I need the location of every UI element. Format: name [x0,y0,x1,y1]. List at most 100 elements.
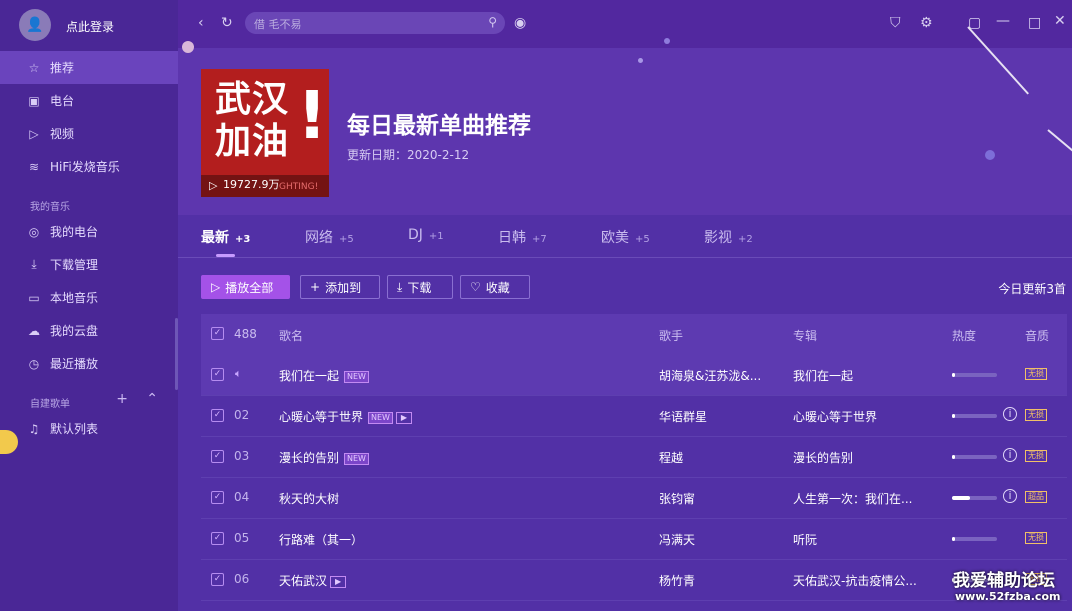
sidebar-item-downloads[interactable]: ⤓ 下载管理 [0,248,178,281]
tab-dj[interactable]: DJ +1 [408,227,444,243]
close-icon[interactable]: ✕ [1054,13,1066,29]
button-label: 播放全部 [225,280,274,295]
song-title[interactable]: 心暖心等于世界 [279,410,363,424]
album-name[interactable]: 人生第一次：我们在... [793,490,912,507]
favorite-button[interactable]: ♡ 收藏 [460,275,530,299]
table-row[interactable]: ✓ 05 行路难（其一） 冯满天 听阮 无损 [201,518,1067,560]
clock-icon: ◷ [28,356,40,371]
tab-count: +2 [738,234,753,245]
mv-icon[interactable]: ▶ [330,575,347,588]
row-checkbox[interactable]: ✓ [211,573,224,586]
add-to-button[interactable]: + 添加到 [300,275,380,299]
mv-icon[interactable]: ▶ [395,411,412,424]
artist-name[interactable]: 华语群星 [659,408,707,425]
minimize-icon[interactable]: — [996,13,1010,29]
row-checkbox[interactable]: ✓ [211,368,224,381]
song-title[interactable]: 秋天的大树 [279,492,339,506]
artist-name[interactable]: 杨竹青 [659,572,695,589]
tab-japan-korea[interactable]: 日韩 +7 [498,227,547,247]
album-name[interactable]: 漫长的告别 [793,449,853,466]
tab-network[interactable]: 网络 +5 [305,227,354,247]
sidebar-item-my-radio[interactable]: ◎ 我的电台 [0,215,178,248]
tab-count: +1 [428,231,444,242]
sidebar-item-radio[interactable]: ▣ 电台 [0,84,178,117]
song-title[interactable]: 天佑武汉 [279,574,327,588]
sidebar-item-recommend[interactable]: ☆ 推荐 [0,51,178,84]
song-title[interactable]: 漫长的告别 [279,451,339,465]
search-box[interactable]: 借 毛不易 ⚲ [245,12,505,34]
song-title-cell[interactable]: 行路难（其一） [279,531,363,548]
skin-icon[interactable]: ⛉ [890,15,901,31]
sidebar-item-label: HiFi发烧音乐 [50,160,120,174]
table-row[interactable]: ✓ 06 天佑武汉 ▶ 杨竹青 天佑武汉-抗击疫情公... 无损 [201,559,1067,601]
heat-bar [952,414,997,418]
sidebar-item-video[interactable]: ▷ 视频 [0,117,178,150]
column-song[interactable]: 歌名 [279,327,303,344]
back-icon[interactable]: ‹ [198,15,204,31]
quality-badge: 超品 [1025,491,1047,503]
row-index: 02 [234,408,250,422]
row-checkbox[interactable]: ✓ [211,409,224,422]
album-name[interactable]: 天佑武汉-抗击疫情公... [793,572,917,589]
avatar[interactable]: 👤 [19,9,51,41]
album-name[interactable]: 我们在一起 [793,367,853,384]
maximize-icon[interactable]: □ [1028,15,1041,31]
collapse-icon[interactable]: ⌃ [146,391,158,407]
sidebar-item-cloud[interactable]: ☁ 我的云盘 [0,314,178,347]
tab-film[interactable]: 影视 +2 [704,227,753,247]
search-icon[interactable]: ⚲ [488,15,497,29]
cover-exclamation: ! [297,77,328,154]
row-checkbox[interactable]: ✓ [211,450,224,463]
recognize-music-icon[interactable]: ◉ [514,15,526,31]
tab-label: 欧美 [601,230,629,246]
artist-name[interactable]: 胡海泉&汪苏泷&... [659,367,761,384]
artist-name[interactable]: 张钧甯 [659,490,695,507]
song-title-cell[interactable]: 我们在一起 NEW [279,367,369,384]
settings-icon[interactable]: ⚙ [920,15,933,31]
row-checkbox[interactable]: ✓ [211,532,224,545]
song-title-cell[interactable]: 心暖心等于世界 NEW ▶ [279,408,412,425]
info-icon[interactable]: i [1003,489,1017,503]
sidebar-item-recent[interactable]: ◷ 最近播放 [0,347,178,380]
column-quality[interactable]: 音质 [1025,327,1049,344]
table-row[interactable]: ✓ 03 漫长的告别 NEW 程越 漫长的告别 i 无损 [201,436,1067,478]
button-label: 添加到 [325,280,362,295]
artist-name[interactable]: 冯满天 [659,531,695,548]
sidebar-item-local-music[interactable]: ▭ 本地音乐 [0,281,178,314]
playlist-cover[interactable]: 武汉 加油 ! ▷ 19727.9万 GHTING! [201,69,329,197]
table-row[interactable]: ✓ 02 心暖心等于世界 NEW ▶ 华语群星 心暖心等于世界 i 无损 [201,395,1067,437]
album-name[interactable]: 听阮 [793,531,817,548]
decor-dot [985,150,995,160]
table-row[interactable]: ✓ 04 秋天的大树 张钧甯 人生第一次：我们在... i 超品 [201,477,1067,519]
hero: 武汉 加油 ! ▷ 19727.9万 GHTING! 每日最新单曲推荐 更新日期… [178,48,1072,215]
sidebar-item-default-list[interactable]: ♫ 默认列表 [0,412,178,445]
info-icon[interactable]: i [1003,448,1017,462]
login-link[interactable]: 点此登录 [66,18,114,35]
download-icon: ⤓ [31,257,37,271]
playing-speaker-icon: 🔈︎ [235,367,242,380]
row-checkbox[interactable]: ✓ [211,491,224,504]
heat-bar [952,373,997,377]
column-artist[interactable]: 歌手 [659,327,683,344]
sidebar-item-hifi[interactable]: ≋ HiFi发烧音乐 [0,150,178,183]
add-playlist-icon[interactable]: + [116,391,128,407]
search-input[interactable]: 借 毛不易 [254,16,302,32]
song-title[interactable]: 我们在一起 [279,369,339,383]
song-title[interactable]: 行路难（其一） [279,533,363,547]
download-button[interactable]: ⤓ 下载 [387,275,453,299]
song-title-cell[interactable]: 秋天的大树 [279,490,339,507]
artist-name[interactable]: 程越 [659,449,683,466]
column-heat[interactable]: 热度 [952,327,976,344]
waveform-icon: ≋ [28,159,40,174]
tab-latest[interactable]: 最新 +3 [201,227,250,247]
column-album[interactable]: 专辑 [793,327,817,344]
song-title-cell[interactable]: 漫长的告别 NEW [279,449,369,466]
refresh-icon[interactable]: ↻ [221,15,233,31]
play-all-button[interactable]: ▷ 播放全部 [201,275,290,299]
table-row[interactable]: ✓ 🔈︎ 我们在一起 NEW 胡海泉&汪苏泷&... 我们在一起 无损 [201,354,1067,396]
album-name[interactable]: 心暖心等于世界 [793,408,877,425]
info-icon[interactable]: i [1003,407,1017,421]
select-all-checkbox[interactable]: ✓ [211,327,224,340]
song-title-cell[interactable]: 天佑武汉 ▶ [279,572,347,589]
tab-western[interactable]: 欧美 +5 [601,227,650,247]
